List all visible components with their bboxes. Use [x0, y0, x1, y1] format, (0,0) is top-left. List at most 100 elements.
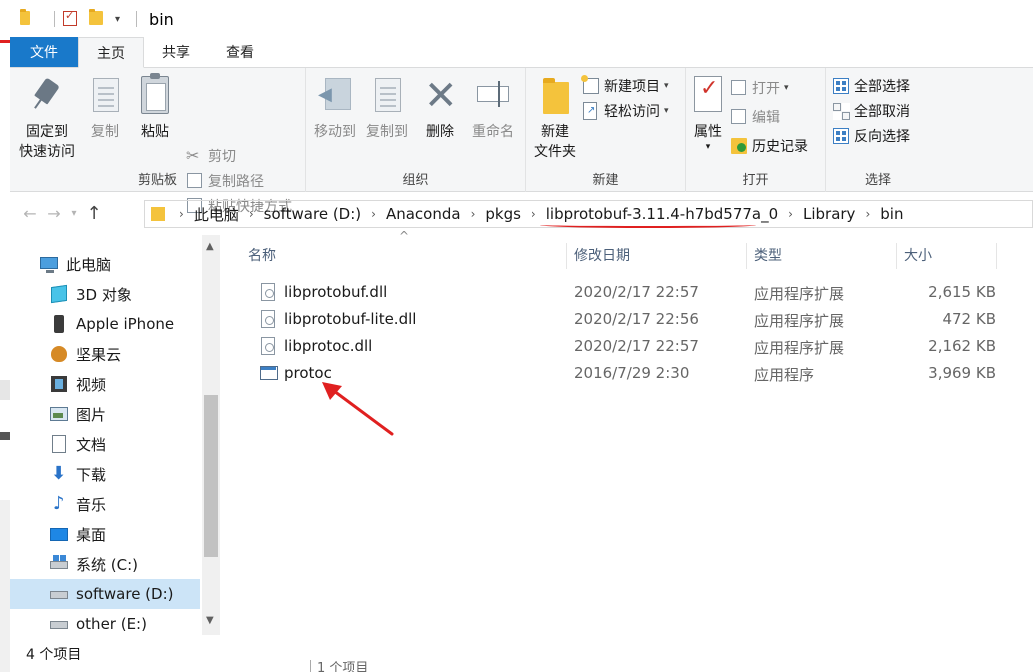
nav-item-downloads[interactable]: ⬇ 下载	[10, 459, 200, 489]
scroll-up-icon[interactable]: ▲	[206, 241, 214, 252]
copy-label: 复制	[91, 124, 119, 140]
customize-toolbar-chevron-down-icon[interactable]: ▾	[115, 14, 120, 25]
new-folder-icon[interactable]	[89, 9, 105, 27]
file-name: libprotobuf-lite.dll	[284, 310, 417, 328]
breadcrumb-library[interactable]: Library	[803, 205, 855, 223]
file-modified: 2016/7/29 2:30	[574, 364, 690, 382]
ribbon: 固定到 快速访问 复制 粘贴 ✂ 剪切 复制路径 粘贴快捷方式 剪贴板 ◀ 移动…	[10, 68, 1033, 215]
nav-item-system-c[interactable]: 系统 (C:)	[10, 549, 200, 579]
column-header-modified[interactable]: 修改日期	[574, 245, 630, 265]
back-arrow-icon[interactable]: ←	[18, 204, 42, 223]
chevron-right-icon[interactable]: ›	[471, 207, 476, 221]
chevron-right-icon[interactable]: ›	[788, 207, 793, 221]
properties-button[interactable]: 属性 ▾	[688, 74, 728, 152]
table-row[interactable]: libprotobuf.dll 2020/2/17 22:57 应用程序扩展 2…	[242, 279, 1002, 306]
open-button[interactable]: 打开 ▾	[730, 76, 789, 100]
column-divider[interactable]	[896, 243, 897, 269]
status-bar: 4 个项目	[10, 635, 1033, 672]
select-group-label: 选择	[864, 173, 891, 188]
copy-to-button[interactable]: 复制到	[362, 74, 412, 142]
scroll-thumb[interactable]	[204, 395, 218, 557]
new-folder-label-line2: 文件夹	[534, 144, 576, 160]
forward-arrow-icon[interactable]: →	[42, 204, 66, 223]
nav-item-documents[interactable]: 文档	[10, 429, 200, 459]
pictures-icon	[50, 405, 68, 423]
move-to-icon	[315, 74, 355, 118]
breadcrumb-anaconda[interactable]: Anaconda	[386, 205, 461, 223]
easy-access-button[interactable]: 轻松访问 ▾	[582, 99, 669, 123]
nav-item-apple-iphone[interactable]: Apple iPhone	[10, 309, 200, 339]
column-divider[interactable]	[996, 243, 997, 269]
new-item-button[interactable]: 新建项目 ▾	[581, 74, 669, 98]
chevron-right-icon[interactable]: ›	[531, 207, 536, 221]
desktop-icon	[50, 525, 68, 543]
select-all-button[interactable]: 全部选择	[832, 74, 910, 98]
new-folder-button[interactable]: 新建 文件夹	[530, 74, 580, 162]
clipboard-group-label: 剪贴板	[137, 173, 177, 188]
cut-button[interactable]: ✂ 剪切	[186, 144, 236, 168]
delete-label: 删除	[426, 124, 454, 140]
pin-label-line1: 固定到	[26, 124, 68, 140]
jianguoyun-icon	[50, 345, 68, 363]
nav-item-jianguoyun[interactable]: 坚果云	[10, 339, 200, 369]
copy-button[interactable]: 复制	[82, 74, 128, 142]
3d-objects-icon	[50, 284, 68, 304]
tab-view[interactable]: 查看	[208, 37, 272, 67]
column-divider[interactable]	[746, 243, 747, 269]
chevron-right-icon[interactable]: ›	[249, 207, 254, 221]
nav-item-label: other (E:)	[76, 615, 147, 633]
background-strip	[0, 380, 10, 400]
breadcrumb-libprotobuf[interactable]: libprotobuf-3.11.4-h7bd577a_0	[546, 205, 778, 223]
column-divider[interactable]	[566, 243, 567, 269]
file-size: 472 KB	[942, 310, 996, 328]
nav-item-3d-objects[interactable]: 3D 对象	[10, 279, 200, 309]
file-size: 3,969 KB	[928, 364, 996, 382]
organize-group-label: 组织	[402, 173, 429, 188]
select-none-button[interactable]: 全部取消	[832, 99, 910, 123]
chevron-right-icon[interactable]: ›	[179, 207, 184, 221]
nav-scrollbar[interactable]: ▲ ▼	[202, 235, 220, 635]
file-size: 2,615 KB	[928, 283, 996, 301]
column-header-name[interactable]: 名称	[248, 245, 276, 265]
nav-item-music[interactable]: ♪ 音乐	[10, 489, 200, 519]
table-row[interactable]: libprotobuf-lite.dll 2020/2/17 22:56 应用程…	[242, 306, 1002, 333]
table-row[interactable]: libprotoc.dll 2020/2/17 22:57 应用程序扩展 2,1…	[242, 333, 1002, 360]
breadcrumb-pkgs[interactable]: pkgs	[485, 205, 521, 223]
breadcrumb-this-pc[interactable]: 此电脑	[194, 204, 239, 225]
column-header-type[interactable]: 类型	[754, 245, 782, 265]
up-arrow-icon[interactable]: ↑	[82, 203, 106, 224]
move-to-label: 移动到	[314, 124, 356, 140]
file-type: 应用程序扩展	[754, 285, 845, 303]
new-folder-label-line1: 新建	[541, 124, 569, 140]
nav-item-this-pc[interactable]: 此电脑	[10, 249, 200, 279]
paste-button[interactable]: 粘贴	[132, 73, 178, 142]
chevron-right-icon[interactable]: ›	[371, 207, 376, 221]
recent-locations-chevron-down-icon[interactable]: ▾	[66, 208, 82, 219]
nav-item-pictures[interactable]: 图片	[10, 399, 200, 429]
move-to-button[interactable]: 移动到	[310, 74, 360, 142]
nav-item-label: 系统 (C:)	[76, 555, 138, 574]
tab-share[interactable]: 共享	[144, 37, 208, 67]
tab-home[interactable]: 主页	[78, 37, 144, 68]
properties-icon[interactable]	[63, 9, 79, 27]
invert-selection-button[interactable]: 反向选择	[832, 124, 910, 148]
edit-button[interactable]: 编辑	[730, 105, 780, 129]
navigation-pane: 此电脑 3D 对象 Apple iPhone 坚果云 视频 图片 文档 ⬇ 下载	[10, 235, 222, 635]
pin-quick-access-button[interactable]: 固定到 快速访问	[16, 74, 78, 162]
tab-file[interactable]: 文件	[10, 37, 78, 67]
history-button[interactable]: 历史记录	[730, 134, 808, 158]
open-group: 属性 ▾ 打开 ▾ 编辑 历史记录 打开	[686, 68, 826, 192]
rename-label: 重命名	[472, 124, 514, 140]
nav-item-software-d[interactable]: software (D:)	[10, 579, 200, 609]
computer-icon	[40, 255, 58, 273]
scroll-down-icon[interactable]: ▼	[206, 615, 214, 626]
chevron-right-icon[interactable]: ›	[865, 207, 870, 221]
rename-button[interactable]: 重命名	[466, 74, 520, 142]
column-header-size[interactable]: 大小	[904, 245, 932, 265]
nav-item-desktop[interactable]: 桌面	[10, 519, 200, 549]
breadcrumb-bin[interactable]: bin	[880, 205, 903, 223]
nav-item-videos[interactable]: 视频	[10, 369, 200, 399]
delete-button[interactable]: ✕ 删除	[420, 74, 460, 142]
breadcrumb-software-d[interactable]: software (D:)	[264, 205, 362, 223]
dll-file-icon	[260, 283, 276, 301]
